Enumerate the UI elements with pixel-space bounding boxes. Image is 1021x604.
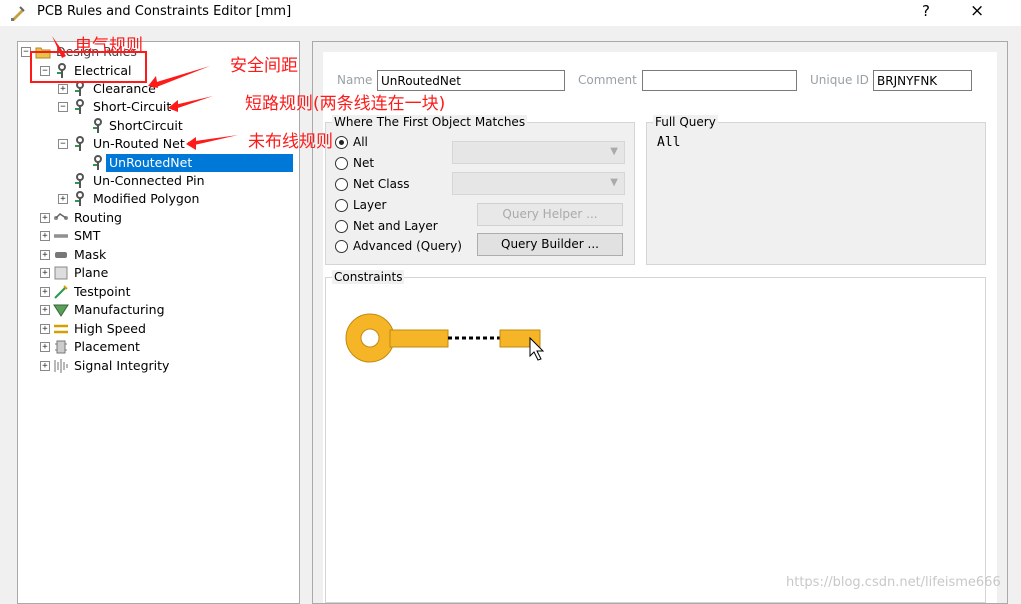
annotation-electrical: 电气规则 [75,36,143,56]
annotation-overlay [30,36,238,150]
annotation-clearance: 安全间距 [230,56,298,76]
watermark: https://blog.csdn.net/lifeisme666 [786,575,1001,590]
annotation-unrouted: 未布线规则 [248,132,333,152]
annotation-short-circuit: 短路规则(两条线连在一块) [245,94,446,114]
